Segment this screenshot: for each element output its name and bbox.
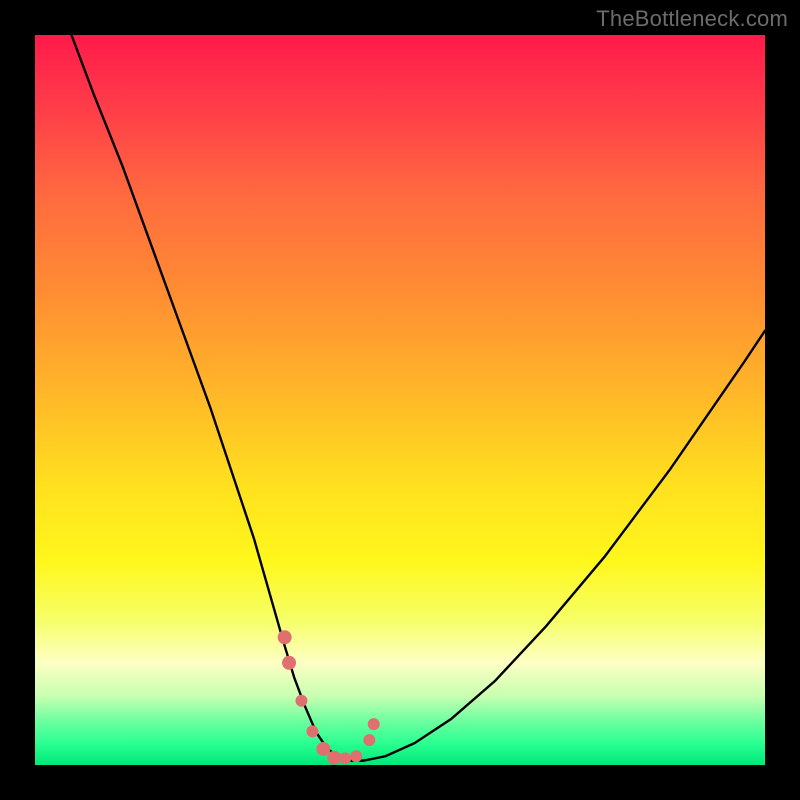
marker-dot xyxy=(368,718,380,730)
marker-dot xyxy=(350,750,362,762)
plot-area xyxy=(35,35,765,765)
marker-dot xyxy=(327,751,341,765)
marker-dot xyxy=(282,656,296,670)
gradient-background xyxy=(35,35,765,765)
chart-svg xyxy=(35,35,765,765)
marker-dot xyxy=(295,695,307,707)
marker-dot xyxy=(339,752,351,764)
marker-dot xyxy=(363,734,375,746)
outer-frame: TheBottleneck.com xyxy=(0,0,800,800)
watermark-text: TheBottleneck.com xyxy=(596,6,788,32)
marker-dot xyxy=(316,742,330,756)
marker-dot xyxy=(278,630,292,644)
marker-dot xyxy=(306,725,318,737)
